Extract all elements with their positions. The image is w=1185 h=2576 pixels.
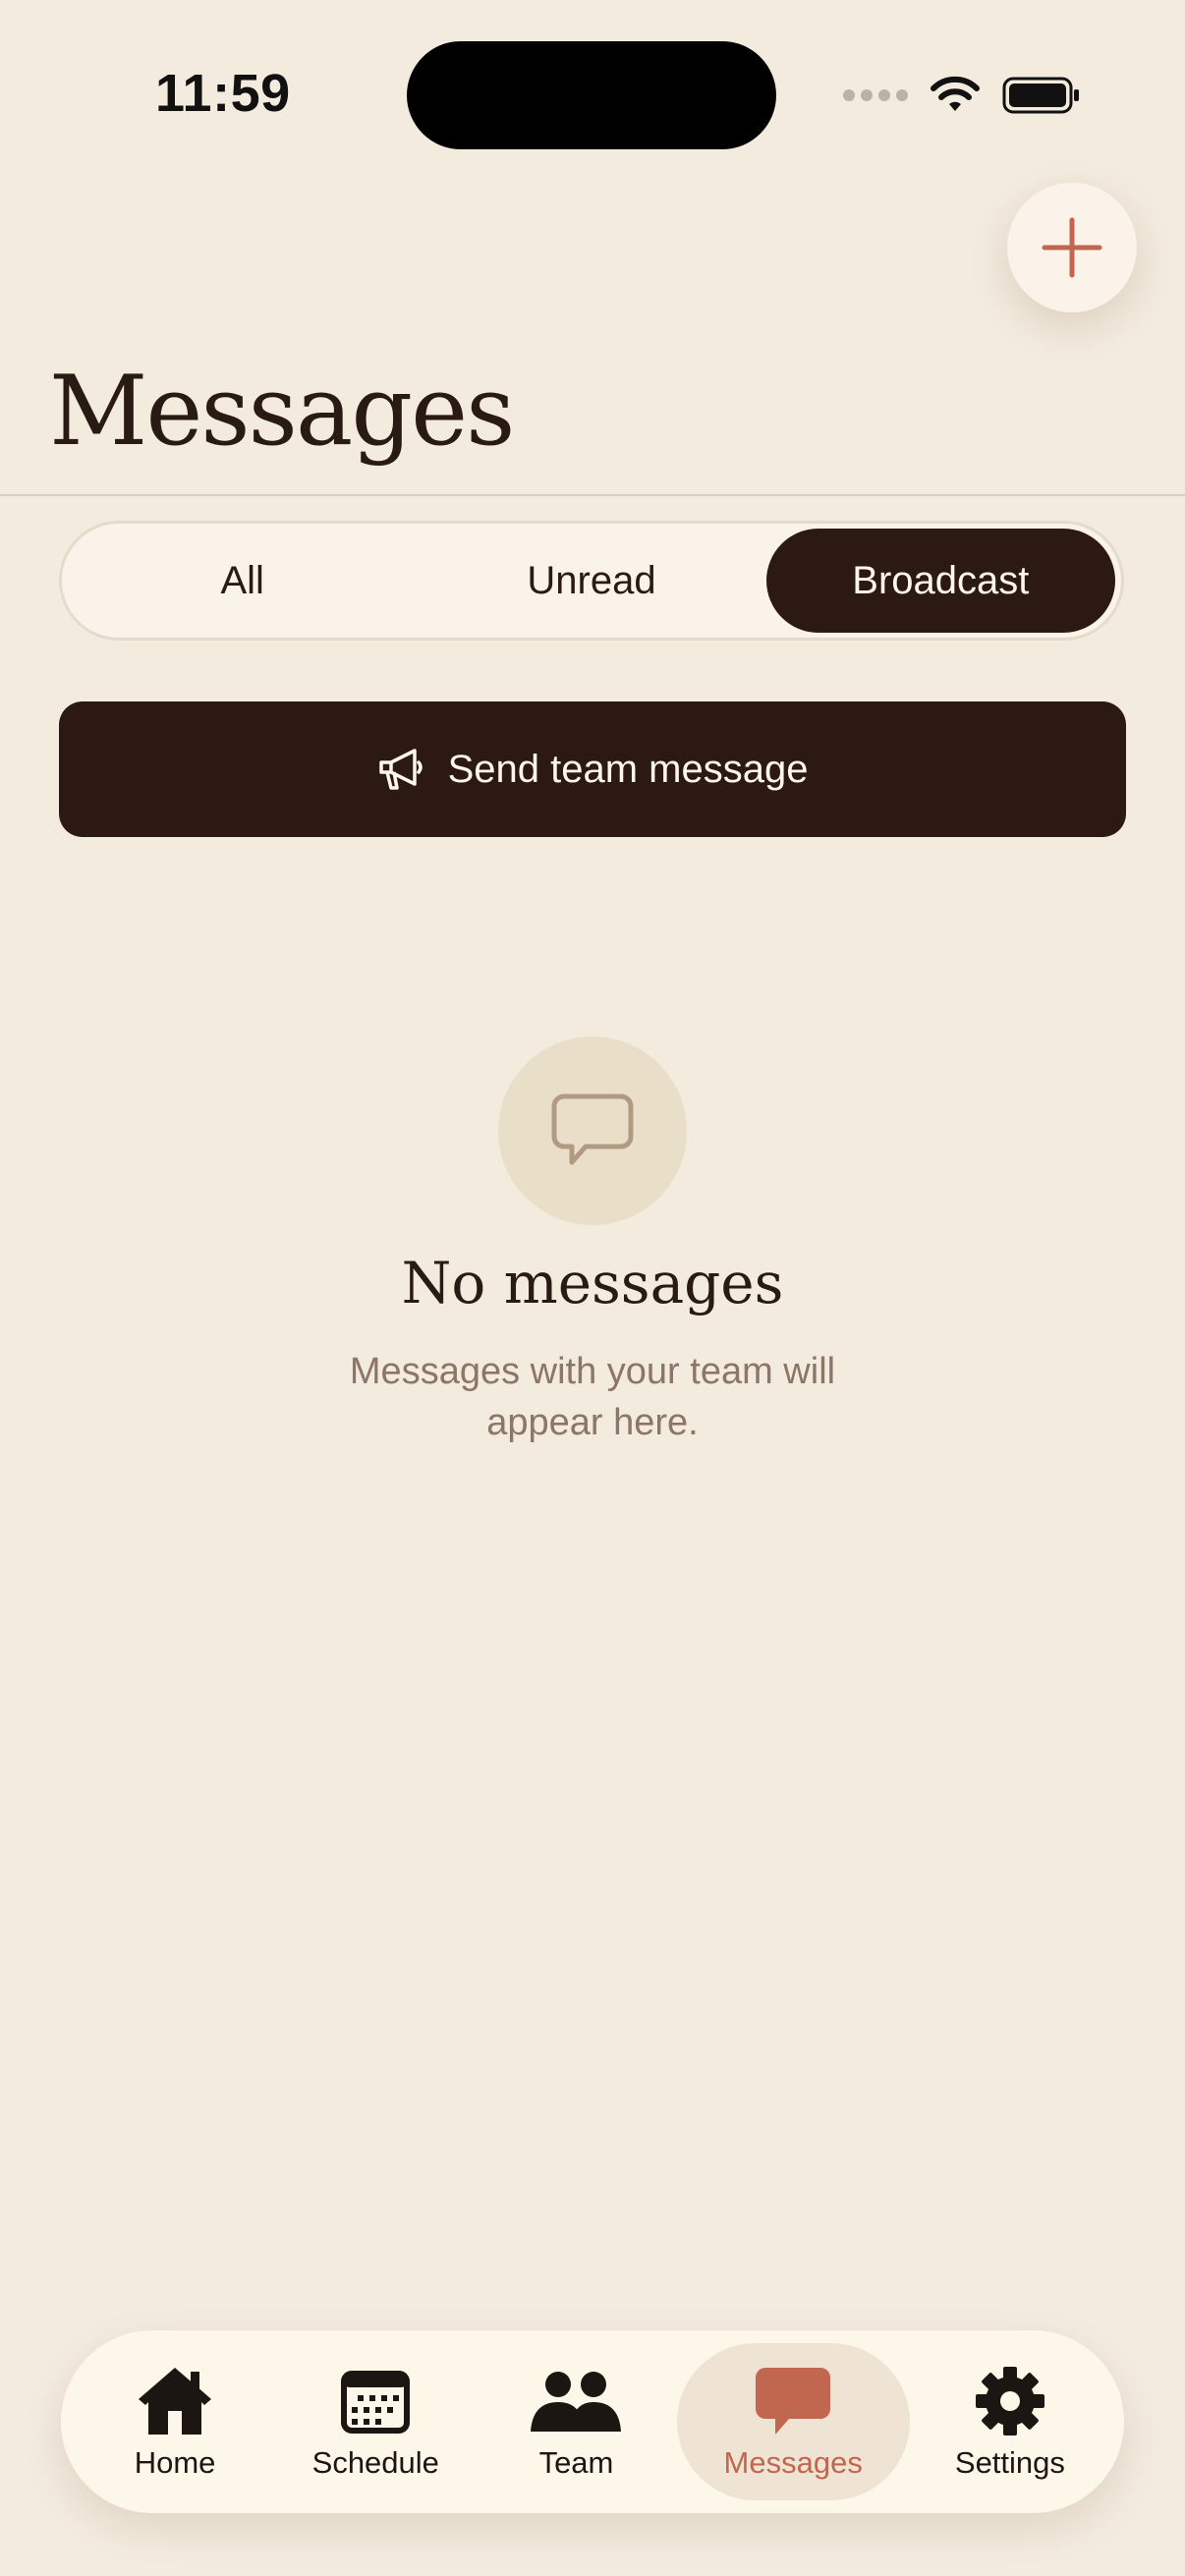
cellular-signal-icon bbox=[843, 89, 908, 101]
calendar-icon bbox=[341, 2371, 411, 2434]
messages-screen: 11:59 Messages All Unread Broadcast Send… bbox=[0, 0, 1185, 2576]
tab-schedule[interactable]: Schedule bbox=[275, 2343, 476, 2500]
tab-team[interactable]: Team bbox=[476, 2343, 676, 2500]
megaphone-icon bbox=[378, 749, 423, 790]
dynamic-island bbox=[407, 41, 776, 149]
chat-bubble-icon bbox=[756, 2368, 831, 2435]
tab-messages[interactable]: Messages bbox=[676, 2343, 910, 2500]
home-icon bbox=[139, 2368, 212, 2435]
wifi-icon bbox=[931, 76, 980, 111]
tab-messages-label: Messages bbox=[723, 2445, 863, 2480]
team-icon bbox=[531, 2372, 622, 2432]
status-icons bbox=[843, 71, 1081, 120]
tab-settings-label: Settings bbox=[954, 2445, 1065, 2480]
filter-all[interactable]: All bbox=[68, 529, 417, 633]
empty-state-title: No messages bbox=[401, 1250, 784, 1316]
add-button[interactable] bbox=[1007, 183, 1137, 312]
battery-icon bbox=[1002, 77, 1079, 114]
empty-state-badge bbox=[498, 1036, 687, 1225]
gear-icon bbox=[975, 2367, 1044, 2436]
page-title: Messages bbox=[49, 356, 515, 468]
filter-broadcast[interactable]: Broadcast bbox=[765, 529, 1115, 633]
bottom-tab-bar: Home Schedule Team Messages Settings bbox=[61, 2330, 1124, 2513]
chat-bubble-icon bbox=[551, 1093, 634, 1165]
tab-home-label: Home bbox=[134, 2445, 216, 2480]
send-team-message-label: Send team message bbox=[447, 747, 809, 791]
header-divider bbox=[0, 494, 1185, 496]
plus-icon bbox=[1042, 217, 1102, 278]
tab-team-label: Team bbox=[538, 2445, 614, 2480]
filter-unread[interactable]: Unread bbox=[417, 529, 765, 633]
empty-state-subtitle: Messages with your team will appear here… bbox=[349, 1351, 836, 1443]
message-filter: All Unread Broadcast bbox=[59, 521, 1124, 641]
status-time: 11:59 bbox=[155, 64, 291, 123]
tab-schedule-label: Schedule bbox=[311, 2445, 439, 2480]
tab-home[interactable]: Home bbox=[75, 2343, 275, 2500]
tab-settings[interactable]: Settings bbox=[910, 2343, 1110, 2500]
send-team-message-button[interactable]: Send team message bbox=[59, 701, 1126, 837]
